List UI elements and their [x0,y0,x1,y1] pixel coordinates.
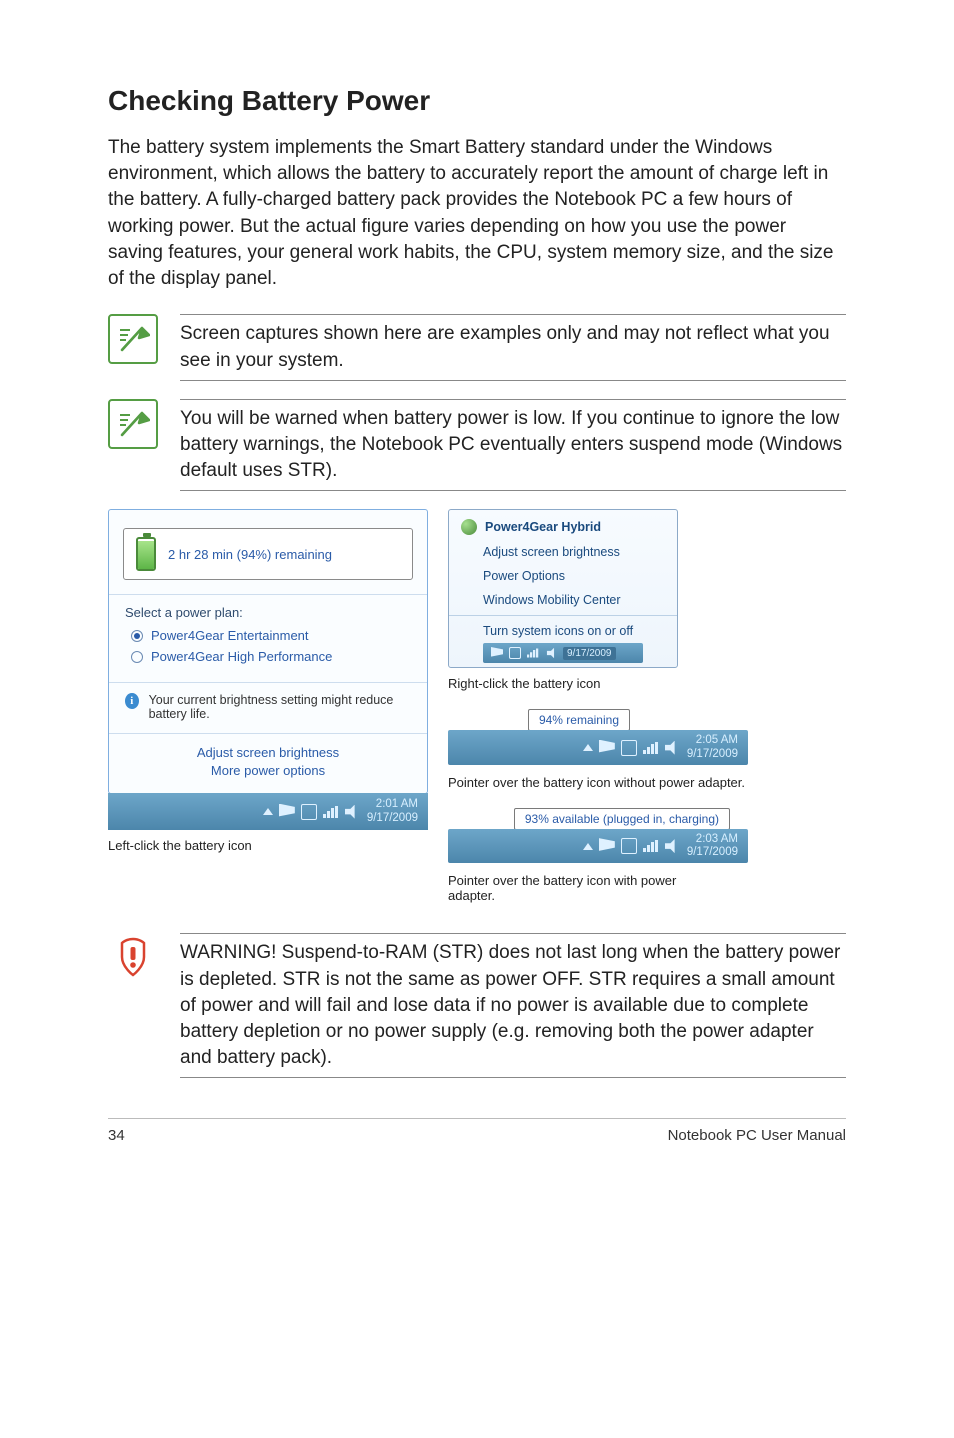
battery-charging-tray-icon[interactable] [621,838,637,854]
volume-icon[interactable] [665,839,679,853]
tray-icons [263,804,359,820]
warning-box: WARNING! Suspend-to-RAM (STR) does not l… [108,933,846,1078]
note-text-2: You will be warned when battery power is… [180,399,846,492]
power-plan-option-1[interactable]: Power4Gear Entertainment [131,628,411,643]
warning-text: WARNING! Suspend-to-RAM (STR) does not l… [180,933,846,1078]
battery-tray-icon[interactable] [621,740,637,756]
page-number: 34 [108,1127,125,1144]
figure-caption-bot: Pointer over the battery icon with power… [448,873,708,903]
tray-date: 9/17/2009 [563,647,616,661]
volume-icon[interactable] [345,805,359,819]
radio-selected-icon [131,630,143,642]
hover-no-adapter-panel: 94% remaining 2:05 AM 9/17/2009 [448,709,748,764]
adjust-brightness-link[interactable]: Adjust screen brightness [125,745,411,760]
hover-with-adapter-panel: 93% available (plugged in, charging) 2:0… [448,808,748,863]
tray-icons [583,740,679,756]
tray-time: 2:03 AM [687,833,738,846]
power-plan-label: Power4Gear Entertainment [151,628,309,643]
page-content: Checking Battery Power The battery syste… [0,0,954,1184]
network-icon[interactable] [323,806,339,818]
note-box-1: Screen captures shown here are examples … [108,314,846,380]
context-menu-header-text: Power4Gear Hybrid [485,520,601,534]
warning-icon [108,933,158,983]
tray-date: 9/17/2009 [687,846,738,859]
tray-icons [583,838,679,854]
tray-date: 9/17/2009 [687,748,738,761]
battery-icon [136,537,156,571]
context-item-power-options[interactable]: Power Options [449,564,677,588]
network-icon [527,649,539,658]
tray-time: 2:05 AM [687,734,738,747]
tray-time: 2:01 AM [367,798,418,811]
battery-hover-tip: 94% remaining [528,709,630,731]
taskbar-tray-2: 2:05 AM 9/17/2009 [448,730,748,764]
tray-date: 9/17/2009 [367,812,418,825]
power-plan-section: Select a power plan: Power4Gear Entertai… [109,595,427,682]
action-center-icon [491,647,503,659]
note-icon [108,314,158,364]
battery-remaining-text: 2 hr 28 min (94%) remaining [168,547,332,562]
battery-context-menu: Power4Gear Hybrid Adjust screen brightne… [448,509,678,668]
figure-caption-ctx: Right-click the battery icon [448,676,846,691]
show-hidden-icon[interactable] [583,843,593,850]
brightness-info-text: Your current brightness setting might re… [149,693,411,721]
figure-right-column: Power4Gear Hybrid Adjust screen brightne… [448,509,846,903]
context-item-brightness[interactable]: Adjust screen brightness [449,540,677,564]
info-icon: i [125,693,139,709]
battery-popup-panel: 2 hr 28 min (94%) remaining Select a pow… [108,509,428,794]
note-text-1: Screen captures shown here are examples … [180,314,846,380]
battery-hover-tip-charging: 93% available (plugged in, charging) [514,808,730,830]
page-footer: 34 Notebook PC User Manual [108,1118,846,1144]
figure-left-column: 2 hr 28 min (94%) remaining Select a pow… [108,509,428,903]
network-icon[interactable] [643,742,659,754]
battery-tray-icon[interactable] [301,804,317,820]
power-plan-option-2[interactable]: Power4Gear High Performance [131,649,411,664]
power-plan-label: Power4Gear High Performance [151,649,332,664]
context-item-system-icons[interactable]: Turn system icons on or off [449,619,677,643]
action-center-icon[interactable] [599,740,615,756]
show-hidden-icon[interactable] [263,808,273,815]
volume-icon[interactable] [665,741,679,755]
manual-title: Notebook PC User Manual [668,1127,846,1144]
intro-paragraph: The battery system implements the Smart … [108,135,846,292]
page-heading: Checking Battery Power [108,85,846,117]
network-icon[interactable] [643,840,659,852]
radio-unselected-icon [131,651,143,663]
battery-tray-icon [509,647,521,659]
brightness-info: i Your current brightness setting might … [109,683,427,733]
tray-clock[interactable]: 2:01 AM 9/17/2009 [367,798,418,824]
battery-tooltip: 2 hr 28 min (94%) remaining [123,528,413,580]
power-plan-header: Select a power plan: [125,605,411,620]
show-hidden-icon[interactable] [583,744,593,751]
tray-clock[interactable]: 2:05 AM 9/17/2009 [687,734,738,760]
context-item-mobility[interactable]: Windows Mobility Center [449,588,677,612]
note-icon [108,399,158,449]
more-power-options-link[interactable]: More power options [125,763,411,778]
context-menu-header[interactable]: Power4Gear Hybrid [449,514,677,540]
taskbar-tray-3: 2:03 AM 9/17/2009 [448,829,748,863]
action-center-icon[interactable] [279,804,295,820]
links-section: Adjust screen brightness More power opti… [109,734,427,793]
power4gear-icon [461,519,477,535]
tray-clock[interactable]: 2:03 AM 9/17/2009 [687,833,738,859]
action-center-icon[interactable] [599,838,615,854]
volume-icon [547,648,558,659]
figures-row: 2 hr 28 min (94%) remaining Select a pow… [108,509,846,903]
figure-caption-mid: Pointer over the battery icon without po… [448,775,846,790]
context-mini-tray: 9/17/2009 [483,643,643,663]
taskbar-tray: 2:01 AM 9/17/2009 [108,793,428,829]
figure-caption-left: Left-click the battery icon [108,838,428,853]
note-box-2: You will be warned when battery power is… [108,399,846,492]
